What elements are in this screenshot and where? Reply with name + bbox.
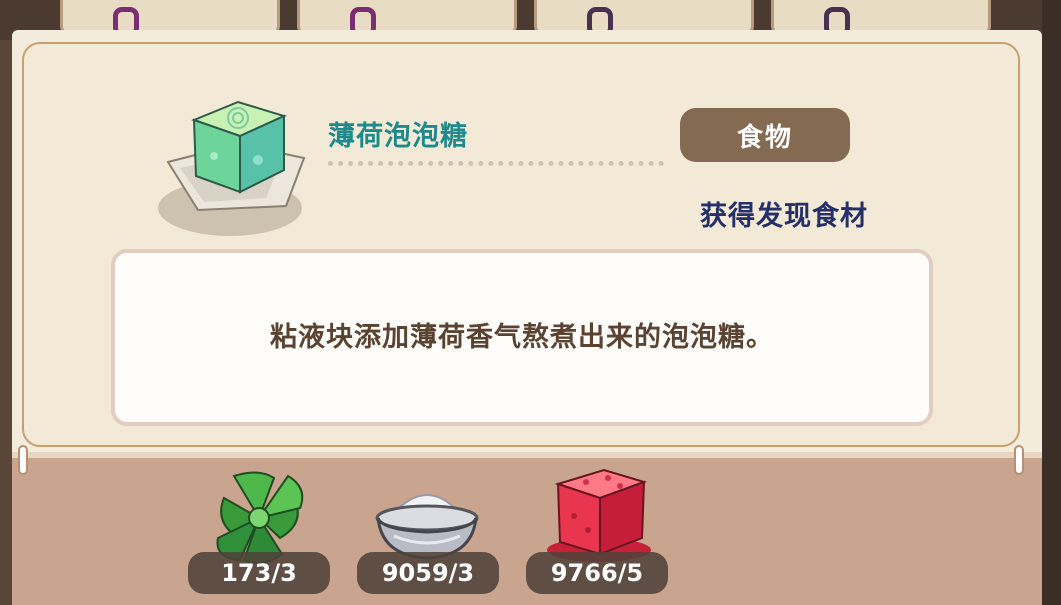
mint-bubblegum-cube-icon bbox=[158, 100, 306, 236]
item-name: 薄荷泡泡糖 bbox=[328, 121, 468, 152]
ingredient-count-1: 173/3 bbox=[188, 552, 330, 594]
rail-pin-right bbox=[1014, 445, 1024, 475]
description-box: 粘液块添加薄荷香气熬煮出来的泡泡糖。 bbox=[111, 249, 933, 426]
category-badge: 食物 bbox=[680, 108, 850, 162]
screen-right-edge bbox=[1042, 0, 1061, 605]
item-description: 粘液块添加薄荷香气熬煮出来的泡泡糖。 bbox=[270, 322, 774, 353]
rail-pin-left bbox=[18, 445, 28, 475]
obtain-status: 获得发现食材 bbox=[700, 201, 868, 232]
red-slime-cube-icon bbox=[547, 468, 651, 562]
ingredient-count-3: 9766/5 bbox=[526, 552, 668, 594]
ingredient-count-2: 9059/3 bbox=[357, 552, 499, 594]
title-divider bbox=[328, 161, 664, 166]
